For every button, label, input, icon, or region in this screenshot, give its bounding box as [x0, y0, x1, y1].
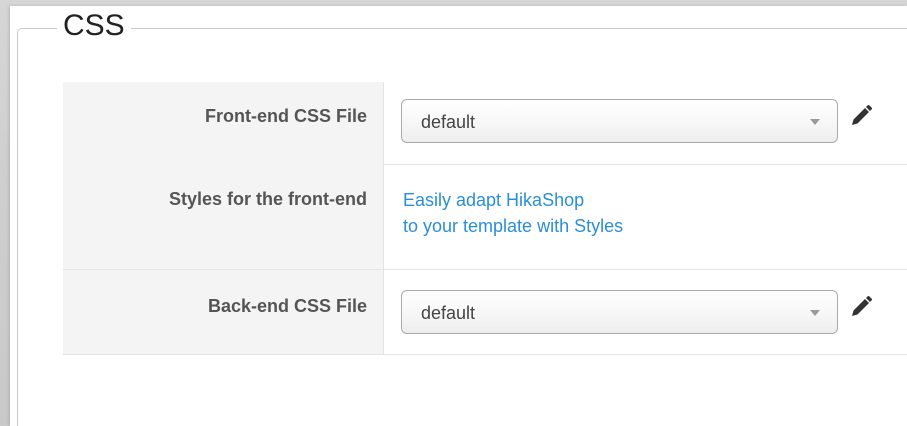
backend-css-label-cell: Back-end CSS File — [63, 270, 384, 354]
frontend-css-select[interactable]: default — [401, 99, 838, 143]
frontend-css-label: Front-end CSS File — [205, 106, 367, 126]
backend-css-select-value: default — [421, 303, 476, 323]
styles-label: Styles for the front-end — [168, 189, 367, 209]
fieldset-legend: CSS — [57, 9, 131, 43]
dropdown-arrow-icon — [810, 119, 820, 125]
styles-row: Styles for the front-end Easily adapt Hi… — [63, 164, 907, 270]
dropdown-arrow-icon — [810, 310, 820, 316]
frontend-css-row: Front-end CSS File default — [63, 82, 907, 165]
pencil-icon[interactable] — [849, 104, 873, 128]
frontend-css-select-value: default — [421, 112, 476, 132]
backend-css-row: Back-end CSS File default — [63, 270, 907, 355]
pencil-icon[interactable] — [849, 295, 873, 319]
styles-link[interactable]: Easily adapt HikaShop to your template w… — [403, 187, 623, 239]
styles-link-line2[interactable]: to your template with Styles — [403, 213, 623, 239]
backend-css-label: Back-end CSS File — [207, 296, 367, 316]
frontend-css-label-cell: Front-end CSS File — [63, 82, 384, 164]
styles-label-cell: Styles for the front-end — [63, 164, 384, 269]
backend-css-select[interactable]: default — [401, 290, 838, 334]
styles-link-line1[interactable]: Easily adapt HikaShop — [403, 187, 623, 213]
